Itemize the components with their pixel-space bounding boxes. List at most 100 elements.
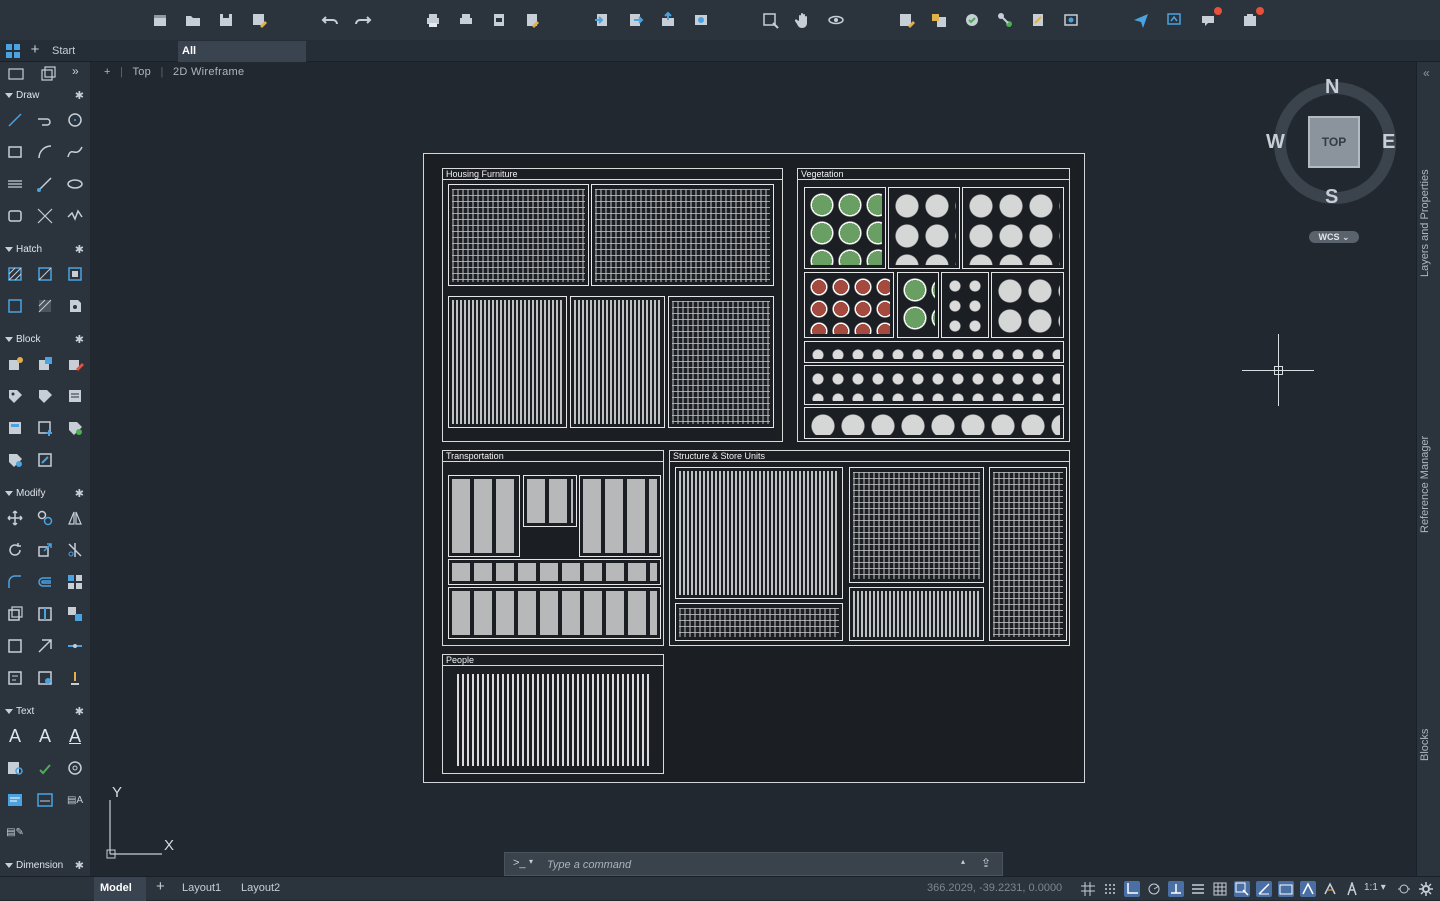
open-file-icon[interactable] <box>183 10 203 30</box>
export-icon[interactable] <box>625 10 645 30</box>
layers-properties-tab[interactable]: Layers and Properties <box>1419 169 1431 277</box>
viewcube[interactable]: TOP N S E W <box>1262 76 1402 226</box>
edit-attribute-icon[interactable] <box>34 385 56 407</box>
block-attribute-icon[interactable] <box>4 449 26 471</box>
upload-icon[interactable] <box>658 10 678 30</box>
publish-icon[interactable] <box>522 10 542 30</box>
chevron-down-icon[interactable]: ▾ <box>529 857 533 866</box>
selection-cycling-icon[interactable] <box>1234 881 1250 897</box>
polyline-tool-icon[interactable] <box>34 109 56 131</box>
single-line-text-icon[interactable]: A <box>34 725 56 747</box>
chevron-up-icon[interactable]: ▴ <box>961 857 965 866</box>
compass-east[interactable]: E <box>1382 131 1395 154</box>
modify-section-header[interactable]: Modify ✱ <box>0 485 90 503</box>
wipeout-tool-icon[interactable] <box>4 295 26 317</box>
dimension-section-header[interactable]: Dimension ✱ <box>0 857 90 875</box>
write-block-icon[interactable] <box>4 417 26 439</box>
ortho-icon[interactable] <box>1124 881 1140 897</box>
text-section-header[interactable]: Text ✱ <box>0 703 90 721</box>
command-prompt-icon[interactable]: >_ <box>513 857 526 869</box>
select-window-icon[interactable] <box>760 10 780 30</box>
explode-tool-icon[interactable] <box>64 603 86 625</box>
polar-tracking-icon[interactable] <box>1146 881 1162 897</box>
multiline-tool-icon[interactable] <box>4 173 26 195</box>
view-name-label[interactable]: Top <box>132 66 151 78</box>
join-tool-icon[interactable] <box>64 635 86 657</box>
palette-stack-icon[interactable] <box>38 64 58 84</box>
palette-expand-icon[interactable]: » <box>72 64 79 78</box>
tab-layout1[interactable]: Layout1 <box>176 877 227 901</box>
hatch-section-header[interactable]: Hatch ✱ <box>0 241 90 259</box>
tab-start[interactable]: Start <box>46 40 176 62</box>
orbit-icon[interactable] <box>826 10 846 30</box>
align-tool-icon[interactable] <box>4 667 26 689</box>
chamfer-tool-icon[interactable] <box>34 635 56 657</box>
spell-check-icon[interactable] <box>34 757 56 779</box>
save-as-icon[interactable] <box>249 10 269 30</box>
gear-icon[interactable]: ✱ <box>75 703 84 721</box>
gear-icon[interactable]: ✱ <box>75 331 84 349</box>
spline-tool-icon[interactable] <box>64 141 86 163</box>
share-icon[interactable]: ⇪ <box>981 856 991 870</box>
undo-icon[interactable] <box>320 10 340 30</box>
reference-manager-tab[interactable]: Reference Manager <box>1419 436 1431 533</box>
sync-attribute-icon[interactable] <box>64 417 86 439</box>
share-icon[interactable] <box>691 10 711 30</box>
notifications-icon[interactable] <box>1198 7 1222 30</box>
break-tool-icon[interactable] <box>34 603 56 625</box>
new-tab-button[interactable]: + <box>28 41 42 58</box>
settings-gear-icon[interactable] <box>1418 881 1434 897</box>
find-text-icon[interactable] <box>4 757 26 779</box>
create-block-icon[interactable] <box>34 353 56 375</box>
workspace-icon[interactable] <box>1322 881 1338 897</box>
superhatch-tool-icon[interactable] <box>34 295 56 317</box>
add-layout-button[interactable]: + <box>150 877 171 901</box>
pan-hand-icon[interactable] <box>793 10 813 30</box>
viewport-controls[interactable]: + | Top | 2D Wireframe <box>104 66 250 78</box>
lengthen-tool-icon[interactable] <box>34 667 56 689</box>
visual-style-label[interactable]: 2D Wireframe <box>173 66 244 78</box>
gradient-tool-icon[interactable] <box>34 263 56 285</box>
mirror-tool-icon[interactable] <box>64 507 86 529</box>
new-file-icon[interactable] <box>150 10 170 30</box>
line-tool-icon[interactable] <box>4 109 26 131</box>
scale-tool-icon[interactable] <box>34 539 56 561</box>
measure-icon[interactable] <box>1028 10 1048 30</box>
attribute-manager-icon[interactable] <box>64 385 86 407</box>
compass-south[interactable]: S <box>1325 186 1338 209</box>
ellipse-tool-icon[interactable] <box>64 173 86 195</box>
pdf-text-import-icon[interactable]: ▤A <box>64 789 86 811</box>
tab-model[interactable]: Model <box>94 877 146 901</box>
collapse-palettes-icon[interactable]: « <box>1423 66 1430 80</box>
tab-all[interactable]: All <box>178 41 306 62</box>
pdf-shx-text-icon[interactable]: ▤✎ <box>4 821 26 843</box>
wcs-dropdown[interactable]: WCS ⌄ <box>1309 231 1359 243</box>
viewport-control-minus[interactable]: + <box>104 66 111 78</box>
circle-tool-icon[interactable] <box>64 109 86 131</box>
fillet-tool-icon[interactable] <box>4 571 26 593</box>
present-icon[interactable] <box>1164 10 1184 30</box>
isolate-objects-icon[interactable] <box>1396 881 1412 897</box>
block-replace-icon[interactable] <box>34 449 56 471</box>
redo-icon[interactable] <box>353 10 373 30</box>
gear-icon[interactable]: ✱ <box>75 485 84 503</box>
gear-icon[interactable]: ✱ <box>75 87 84 105</box>
attach-icon[interactable] <box>929 10 949 30</box>
hatch-tool-icon[interactable] <box>4 263 26 285</box>
auto-scale-icon[interactable] <box>1300 881 1316 897</box>
copy-tool-icon[interactable] <box>34 507 56 529</box>
rotate-tool-icon[interactable] <box>4 539 26 561</box>
object-snap-tracking-icon[interactable] <box>1168 881 1184 897</box>
layer-properties-icon[interactable] <box>896 10 916 30</box>
text-align-icon[interactable] <box>4 789 26 811</box>
define-attribute-icon[interactable] <box>4 385 26 407</box>
block-section-header[interactable]: Block ✱ <box>0 331 90 349</box>
command-input[interactable] <box>547 856 947 873</box>
xline-tool-icon[interactable] <box>34 205 56 227</box>
export-pdf-icon[interactable] <box>489 10 509 30</box>
dynamic-input-icon[interactable] <box>1256 881 1272 897</box>
annotation-visibility-icon[interactable] <box>1278 881 1294 897</box>
plot-icon[interactable] <box>423 10 443 30</box>
link-icon[interactable] <box>995 10 1015 30</box>
viewcube-top-face[interactable]: TOP <box>1308 116 1360 168</box>
